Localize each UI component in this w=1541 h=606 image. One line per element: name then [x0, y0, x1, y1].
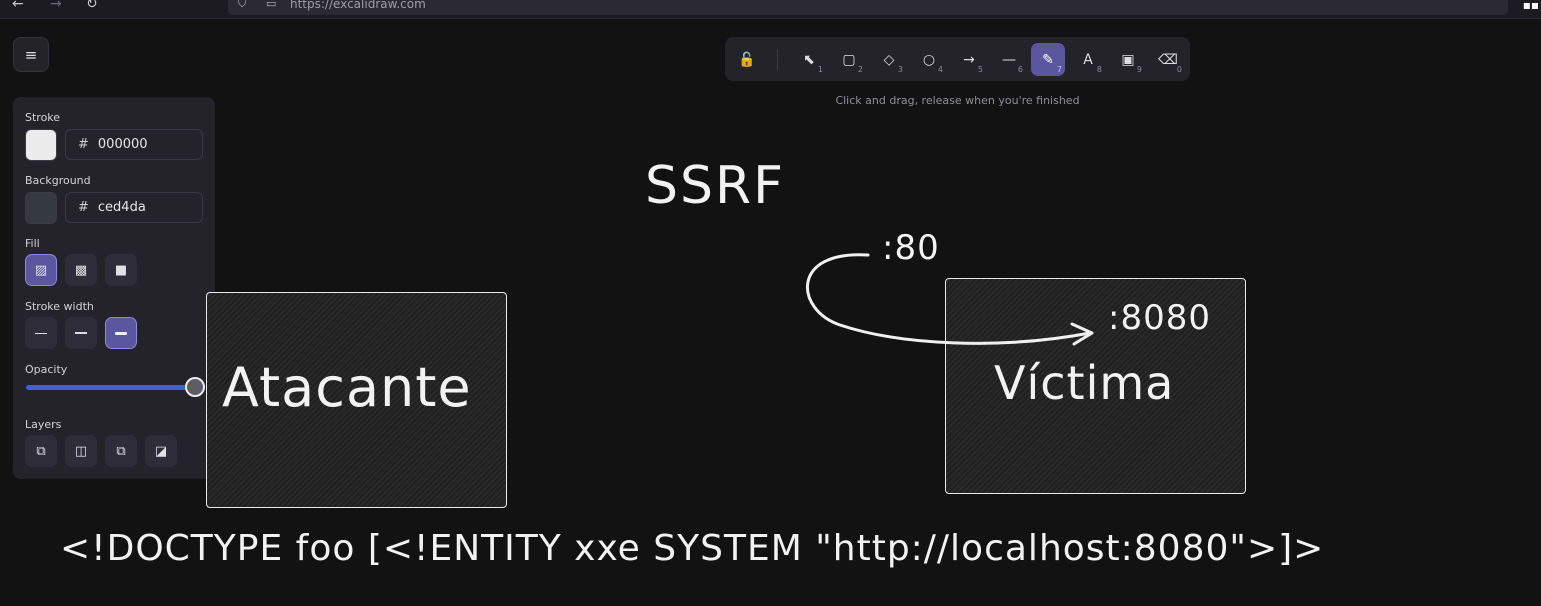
- background-label: Background: [25, 174, 91, 187]
- shortcut-key: 9: [1136, 65, 1142, 74]
- hachure-icon: ▨: [34, 262, 48, 278]
- bold-line-icon: [75, 332, 87, 334]
- extensions-icon[interactable]: ▪▪: [1523, 0, 1539, 12]
- stroke-width-thin-button[interactable]: [25, 317, 57, 349]
- send-backward-icon: ◫: [74, 443, 88, 459]
- line-tool-icon: —: [1002, 51, 1016, 68]
- shortcut-key: 6: [1017, 65, 1023, 74]
- page-icon: ▭: [266, 0, 277, 10]
- image-tool-button[interactable]: ▣ 9: [1111, 43, 1145, 76]
- victim-label[interactable]: Víctima: [994, 356, 1174, 410]
- diamond-tool-button[interactable]: ◇ 3: [872, 43, 906, 76]
- attacker-label[interactable]: Atacante: [222, 356, 472, 419]
- url-bar[interactable]: ⛉ ▭ https://excalidraw.com: [228, 0, 1508, 15]
- rectangle-tool-icon: ▢: [842, 51, 856, 68]
- shortcut-key: 3: [897, 65, 903, 74]
- port-80-label[interactable]: :80: [882, 228, 940, 268]
- text-tool-button[interactable]: A8: [1071, 43, 1105, 76]
- properties-panel: Stroke # 000000 Background # ced4da Fill…: [13, 97, 215, 479]
- toolbar-separator: [777, 49, 778, 70]
- bring-to-front-icon: ◪: [154, 443, 168, 459]
- text-tool-icon: A: [1083, 51, 1093, 68]
- eraser-tool-button[interactable]: ⌫ 0: [1151, 43, 1185, 76]
- extra-bold-line-icon: [115, 331, 127, 335]
- layers-label: Layers: [25, 418, 62, 431]
- shortcut-key: 8: [1096, 65, 1102, 74]
- shape-toolbar: 🔓 ⬉ 1 ▢ 2 ◇ 3 ○ 4 → 5—6 ✎ 7 A 8 ▣ 9 ⌫ 0: [725, 37, 1190, 81]
- diamond-tool-icon: ◇: [883, 51, 895, 68]
- send-backward-button[interactable]: ◫: [65, 435, 97, 467]
- solid-fill-icon: ■: [114, 262, 128, 278]
- fill-label: Fill: [25, 237, 40, 250]
- send-to-back-button[interactable]: ⧉: [25, 435, 57, 467]
- stroke-color-swatch[interactable]: [25, 129, 57, 161]
- line-tool-button[interactable]: —6: [992, 43, 1026, 76]
- rectangle-tool-button[interactable]: ▢ 2: [832, 43, 866, 76]
- back-icon[interactable]: ←: [12, 0, 24, 12]
- shortcut-key: 1: [817, 65, 823, 74]
- stroke-width-extra-bold-button[interactable]: [105, 317, 137, 349]
- ellipse-tool-icon: ○: [922, 51, 936, 68]
- thin-line-icon: [35, 332, 47, 334]
- bring-to-front-button[interactable]: ◪: [145, 435, 177, 467]
- xxe-payload-text[interactable]: <!DOCTYPE foo [<!ENTITY xxe SYSTEM "http…: [60, 528, 1324, 569]
- shortcut-key: 5: [977, 65, 983, 74]
- hamburger-icon: ≡: [24, 45, 38, 64]
- browser-bar: ← → ↻ ⛉ ▭ https://excalidraw.com ▪▪: [0, 0, 1541, 19]
- port-8080-label[interactable]: :8080: [1108, 298, 1211, 338]
- stroke-width-label: Stroke width: [25, 300, 94, 313]
- hash-symbol: #: [78, 137, 89, 152]
- bring-forward-button[interactable]: ⧉: [105, 435, 137, 467]
- stroke-hex-input[interactable]: # 000000: [65, 129, 203, 160]
- forward-icon[interactable]: →: [50, 0, 62, 12]
- stroke-hex-value: 000000: [97, 137, 148, 152]
- lock-icon: 🔓: [738, 51, 756, 68]
- stroke-width-bold-button[interactable]: [65, 317, 97, 349]
- shortcut-key: 0: [1176, 65, 1182, 74]
- shield-icon: ⛉: [238, 0, 247, 10]
- url-text: https://excalidraw.com: [290, 0, 426, 11]
- arrow-tool-button[interactable]: → 5: [952, 43, 986, 76]
- stroke-label: Stroke: [25, 111, 61, 124]
- arrow-tool-icon: →: [963, 51, 975, 68]
- fill-cross-hatch-button[interactable]: ▩: [65, 254, 97, 286]
- shortcut-key: 4: [937, 65, 943, 74]
- background-hex-value: ced4da: [97, 200, 146, 215]
- shortcut-key: 2: [857, 65, 863, 74]
- fill-hachure-button[interactable]: ▨: [25, 254, 57, 286]
- selection-tool-icon: ⬉: [803, 51, 815, 68]
- opacity-slider-thumb[interactable]: [185, 377, 205, 397]
- fill-solid-button[interactable]: ■: [105, 254, 137, 286]
- opacity-slider-track[interactable]: [26, 385, 194, 390]
- pencil-tool-icon: ✎: [1042, 51, 1054, 68]
- shortcut-key: 7: [1056, 65, 1062, 74]
- send-to-back-icon: ⧉: [36, 443, 46, 459]
- background-color-swatch[interactable]: [25, 192, 57, 224]
- selection-tool-button[interactable]: ⬉ 1: [792, 43, 826, 76]
- pencil-tool-button[interactable]: ✎ 7: [1031, 43, 1065, 76]
- eraser-tool-icon: ⌫: [1158, 51, 1178, 68]
- lock-button[interactable]: 🔓: [730, 43, 764, 76]
- bring-forward-icon: ⧉: [116, 443, 126, 459]
- ellipse-tool-button[interactable]: ○ 4: [912, 43, 946, 76]
- reload-icon[interactable]: ↻: [86, 0, 98, 12]
- ssrf-title[interactable]: SSRF: [645, 156, 785, 216]
- cross-hatch-icon: ▩: [74, 262, 88, 278]
- background-hex-input[interactable]: # ced4da: [65, 192, 203, 223]
- main-menu-button[interactable]: ≡: [13, 37, 49, 72]
- tool-hint: Click and drag, release when you're fini…: [835, 94, 1080, 107]
- image-tool-icon: ▣: [1121, 51, 1135, 68]
- hash-symbol: #: [78, 200, 89, 215]
- opacity-label: Opacity: [25, 363, 68, 376]
